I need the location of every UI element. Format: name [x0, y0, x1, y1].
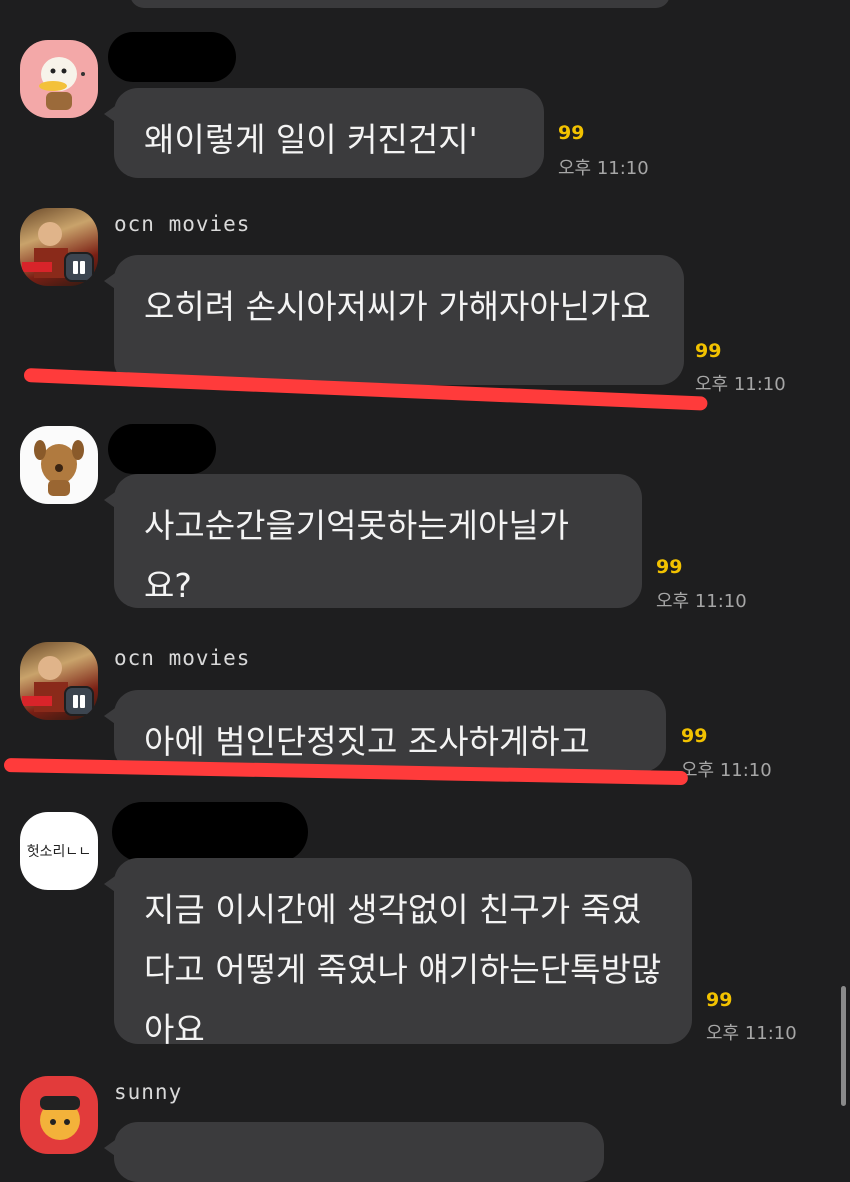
message-text: 사고순간을기억못하는게아닐가요?	[144, 506, 570, 605]
message-bubble[interactable]: 지금 이시간에 생각없이 친구가 죽였다고 어떻게 죽였나 얘기하는단톡방많아요	[104, 858, 692, 1049]
unread-count: 99	[681, 725, 708, 747]
message-text: 지금 이시간에 생각없이 친구가 죽였다고 어떻게 죽였나 얘기하는단톡방많아요	[144, 890, 662, 1049]
sender-name: ocn movies	[114, 212, 251, 236]
avatar-movie-poster[interactable]	[20, 208, 98, 286]
message-bubble[interactable]: 아에 범인단정짓고 조사하게하고	[104, 690, 666, 772]
scrollbar[interactable]	[841, 986, 846, 1106]
avatar-duck[interactable]	[20, 40, 98, 118]
unread-count: 99	[558, 122, 585, 144]
avatar-movie-poster[interactable]	[20, 642, 98, 720]
message-text: 아에 범인단정짓고 조사하게하고	[144, 722, 591, 761]
message-time: 오후 11:10	[656, 591, 747, 612]
character-icon	[40, 1096, 80, 1140]
redacted-name	[108, 424, 216, 474]
unread-count: 99	[706, 989, 733, 1011]
unread-count: 99	[695, 340, 722, 362]
message-bubble[interactable]: 왜이렇게 일이 커진건지'	[104, 88, 544, 178]
redacted-name	[108, 32, 236, 82]
channel-badge-icon	[64, 686, 94, 716]
dog-character-icon	[34, 440, 84, 496]
avatar-dog[interactable]	[20, 426, 98, 504]
avatar-character[interactable]	[20, 1076, 98, 1154]
unread-count: 99	[656, 556, 683, 578]
message-bubble[interactable]: 오히려 손시아저씨가 가해자아닌가요	[104, 255, 684, 385]
redacted-name	[112, 802, 308, 862]
message-time: 오후 11:10	[695, 374, 786, 395]
previous-message-bubble	[130, 0, 670, 8]
sender-name: ocn movies	[114, 646, 251, 670]
message-time: 오후 11:10	[681, 760, 772, 781]
avatar-label: 헛소리ㄴㄴ	[26, 844, 92, 860]
sender-name: sunny	[114, 1080, 183, 1104]
message-time: 오후 11:10	[558, 158, 649, 179]
message-time: 오후 11:10	[706, 1023, 797, 1044]
message-bubble[interactable]: 사고순간을기억못하는게아닐가요?	[104, 474, 642, 608]
message-text: 왜이렇게 일이 커진건지'	[144, 120, 478, 159]
duck-character-icon	[39, 57, 85, 110]
message-text: 오히려 손시아저씨가 가해자아닌가요	[144, 287, 651, 326]
channel-badge-icon	[64, 252, 94, 282]
message-bubble[interactable]	[104, 1122, 604, 1182]
avatar-text[interactable]: 헛소리ㄴㄴ	[20, 812, 98, 890]
